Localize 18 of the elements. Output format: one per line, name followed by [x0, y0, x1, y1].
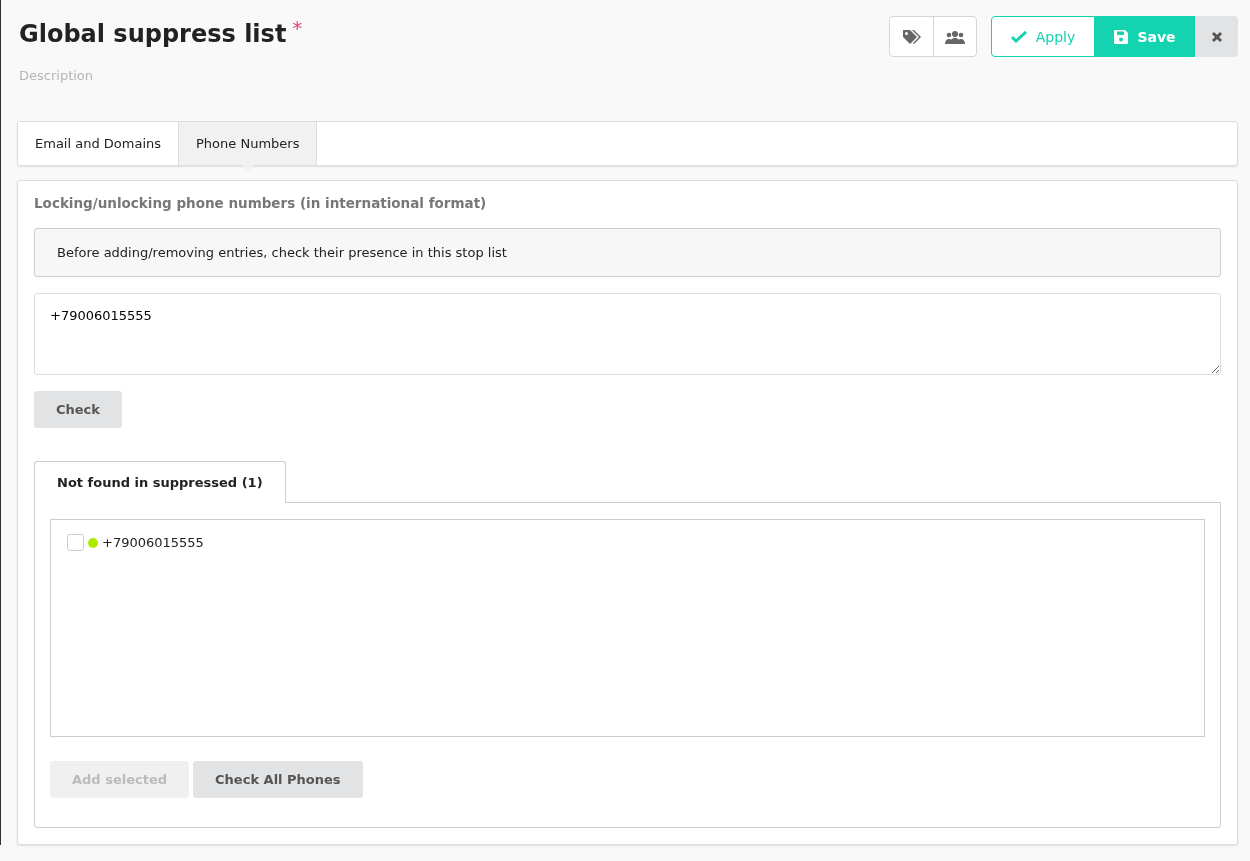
close-icon — [1210, 30, 1223, 43]
tags-icon — [901, 28, 922, 45]
check-icon — [1010, 30, 1027, 43]
section-heading: Locking/unlocking phone numbers (in international format) — [34, 195, 488, 211]
description-field[interactable]: Description — [17, 66, 421, 85]
notice-message: Before adding/removing entries, check their presence in this stop list — [34, 228, 1221, 277]
check-button[interactable]: Check — [34, 391, 122, 428]
result-tab[interactable]: Not found in suppressed (1) — [34, 461, 286, 503]
page-title: Global suppress list — [19, 20, 287, 48]
required-mark: * — [292, 16, 303, 40]
users-icon — [945, 29, 965, 44]
phone-number: +79006015555 — [102, 535, 204, 550]
tab-pointer — [240, 165, 255, 172]
close-button[interactable] — [1195, 16, 1238, 57]
checkbox[interactable] — [67, 534, 84, 551]
tab[interactable]: Email and Domains — [18, 122, 179, 165]
phone-input-field[interactable]: +79006015555 — [34, 293, 1221, 375]
action-button[interactable]: Check All Phones — [193, 761, 363, 798]
